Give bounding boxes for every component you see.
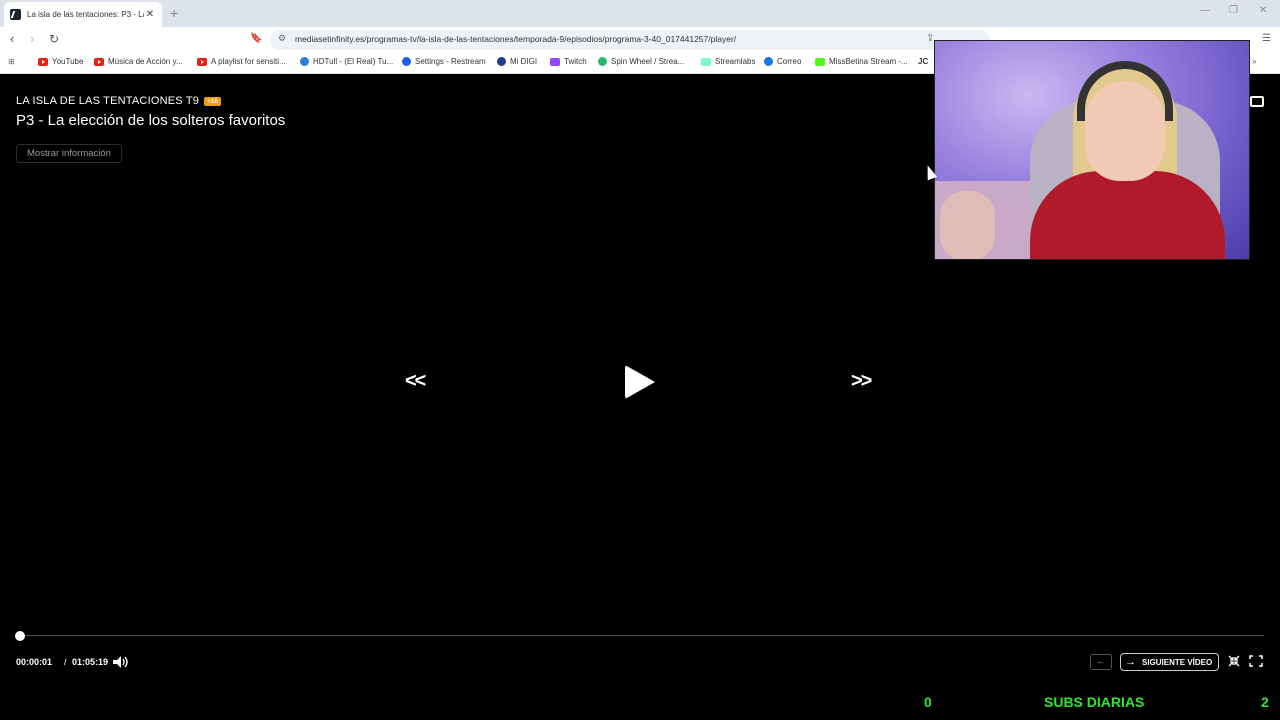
next-video-button[interactable]: → SIGUIENTE VÍDEO xyxy=(1120,653,1219,671)
apps-grid-icon[interactable]: ⊞ xyxy=(8,57,15,66)
time-separator: / xyxy=(64,657,67,667)
twitch-icon xyxy=(550,57,560,66)
arrow-right-icon: → xyxy=(1125,656,1136,668)
window-restore-icon[interactable]: ❐ xyxy=(1229,5,1238,16)
webcam-overlay xyxy=(934,40,1250,260)
window-minimize-icon[interactable]: — xyxy=(1200,5,1210,16)
reload-icon[interactable]: ↻ xyxy=(49,32,59,46)
show-title: LA ISLA DE LAS TENTACIONES T9 xyxy=(16,95,200,107)
fullscreen-icon[interactable] xyxy=(1249,655,1263,667)
bookmark-youtube[interactable]: YouTube xyxy=(38,57,83,66)
progress-handle[interactable] xyxy=(15,631,25,641)
youtube-icon xyxy=(197,57,207,66)
link-icon xyxy=(300,57,309,66)
new-tab-button[interactable]: + xyxy=(170,5,178,21)
browser-tab-bar: La isla de las tentaciones: P3 - La ✕ + … xyxy=(0,0,1280,27)
rewind-icon[interactable]: << xyxy=(405,370,426,393)
current-time: 00:00:01 xyxy=(16,657,53,667)
address-bar[interactable]: ⚙ mediasetinfinity.es/programas-tv/la-is… xyxy=(270,30,990,50)
wheel-icon xyxy=(598,57,607,66)
progress-bar[interactable] xyxy=(20,635,1264,636)
show-header: LA ISLA DE LAS TENTACIONES T9 +16 xyxy=(16,95,222,107)
tab-title: La isla de las tentaciones: P3 - La xyxy=(27,10,144,19)
bookmark-page-icon[interactable]: 🔖 xyxy=(250,33,262,44)
mail-icon xyxy=(764,57,773,66)
total-time: 01:05:19 xyxy=(72,657,109,667)
streamer-sweater xyxy=(1030,171,1225,259)
browser-menu-icon[interactable]: ☰ xyxy=(1262,33,1271,44)
site-settings-icon[interactable]: ⚙ xyxy=(278,33,286,44)
bookmark-spin-wheel[interactable]: Spin Wheel / Strea... xyxy=(598,57,684,66)
subs-counter-right: 2 xyxy=(1261,694,1269,710)
kick-icon xyxy=(815,57,825,66)
bookmark-hdtull[interactable]: HDTull - (El Real) Tu... xyxy=(300,57,393,66)
bookmark-missbetina[interactable]: MissBetina Stream -... xyxy=(815,57,908,66)
next-video-label: SIGUIENTE VÍDEO xyxy=(1142,657,1213,667)
subtitles-icon[interactable] xyxy=(1250,96,1264,107)
streamer-hand xyxy=(940,191,995,259)
bookmark-restream[interactable]: Settings - Restream xyxy=(402,57,486,66)
play-icon[interactable] xyxy=(625,365,655,399)
digi-icon xyxy=(497,57,506,66)
bookmark-correo[interactable]: Correo xyxy=(764,57,801,66)
bookmark-mi-digi[interactable]: Mi DIGI xyxy=(497,57,537,66)
mediaset-favicon-icon xyxy=(10,9,21,20)
fast-forward-icon[interactable]: >> xyxy=(851,370,872,393)
show-info-button[interactable]: Mostrar información xyxy=(16,144,122,163)
youtube-icon xyxy=(38,57,48,66)
bookmark-musica-accion[interactable]: Música de Acción y... xyxy=(94,57,183,66)
bookmark-playlist[interactable]: A playlist for sensiti... xyxy=(197,57,286,66)
bookmark-streamlabs[interactable]: Streamlabs xyxy=(701,57,755,66)
volume-icon[interactable] xyxy=(112,655,130,669)
previous-video-button[interactable]: ← xyxy=(1090,654,1112,670)
url-text: mediasetinfinity.es/programas-tv/la-isla… xyxy=(295,34,737,44)
restream-icon xyxy=(402,57,411,66)
back-icon[interactable]: ‹ xyxy=(10,32,14,46)
subs-counter-left: 0 xyxy=(924,694,932,710)
subs-diarias-label: SUBS DIARIAS xyxy=(1044,694,1145,710)
streamlabs-icon xyxy=(701,57,711,66)
bookmark-twitch[interactable]: Twitch xyxy=(550,57,587,66)
age-rating-badge: +16 xyxy=(204,96,222,106)
bookmark-jc[interactable]: JC xyxy=(918,57,928,66)
browser-tab-active[interactable]: La isla de las tentaciones: P3 - La ✕ xyxy=(4,2,162,27)
minimize-player-icon[interactable] xyxy=(1228,655,1240,667)
forward-icon[interactable]: › xyxy=(30,32,34,46)
tab-close-icon[interactable]: ✕ xyxy=(144,9,156,20)
headset-icon xyxy=(1077,61,1173,121)
more-bookmarks-icon[interactable]: » xyxy=(1252,57,1256,66)
window-close-icon[interactable]: ✕ xyxy=(1259,5,1267,16)
episode-title: P3 - La elección de los solteros favorit… xyxy=(16,112,286,129)
arrow-left-icon: ← xyxy=(1096,656,1106,667)
youtube-icon xyxy=(94,57,104,66)
